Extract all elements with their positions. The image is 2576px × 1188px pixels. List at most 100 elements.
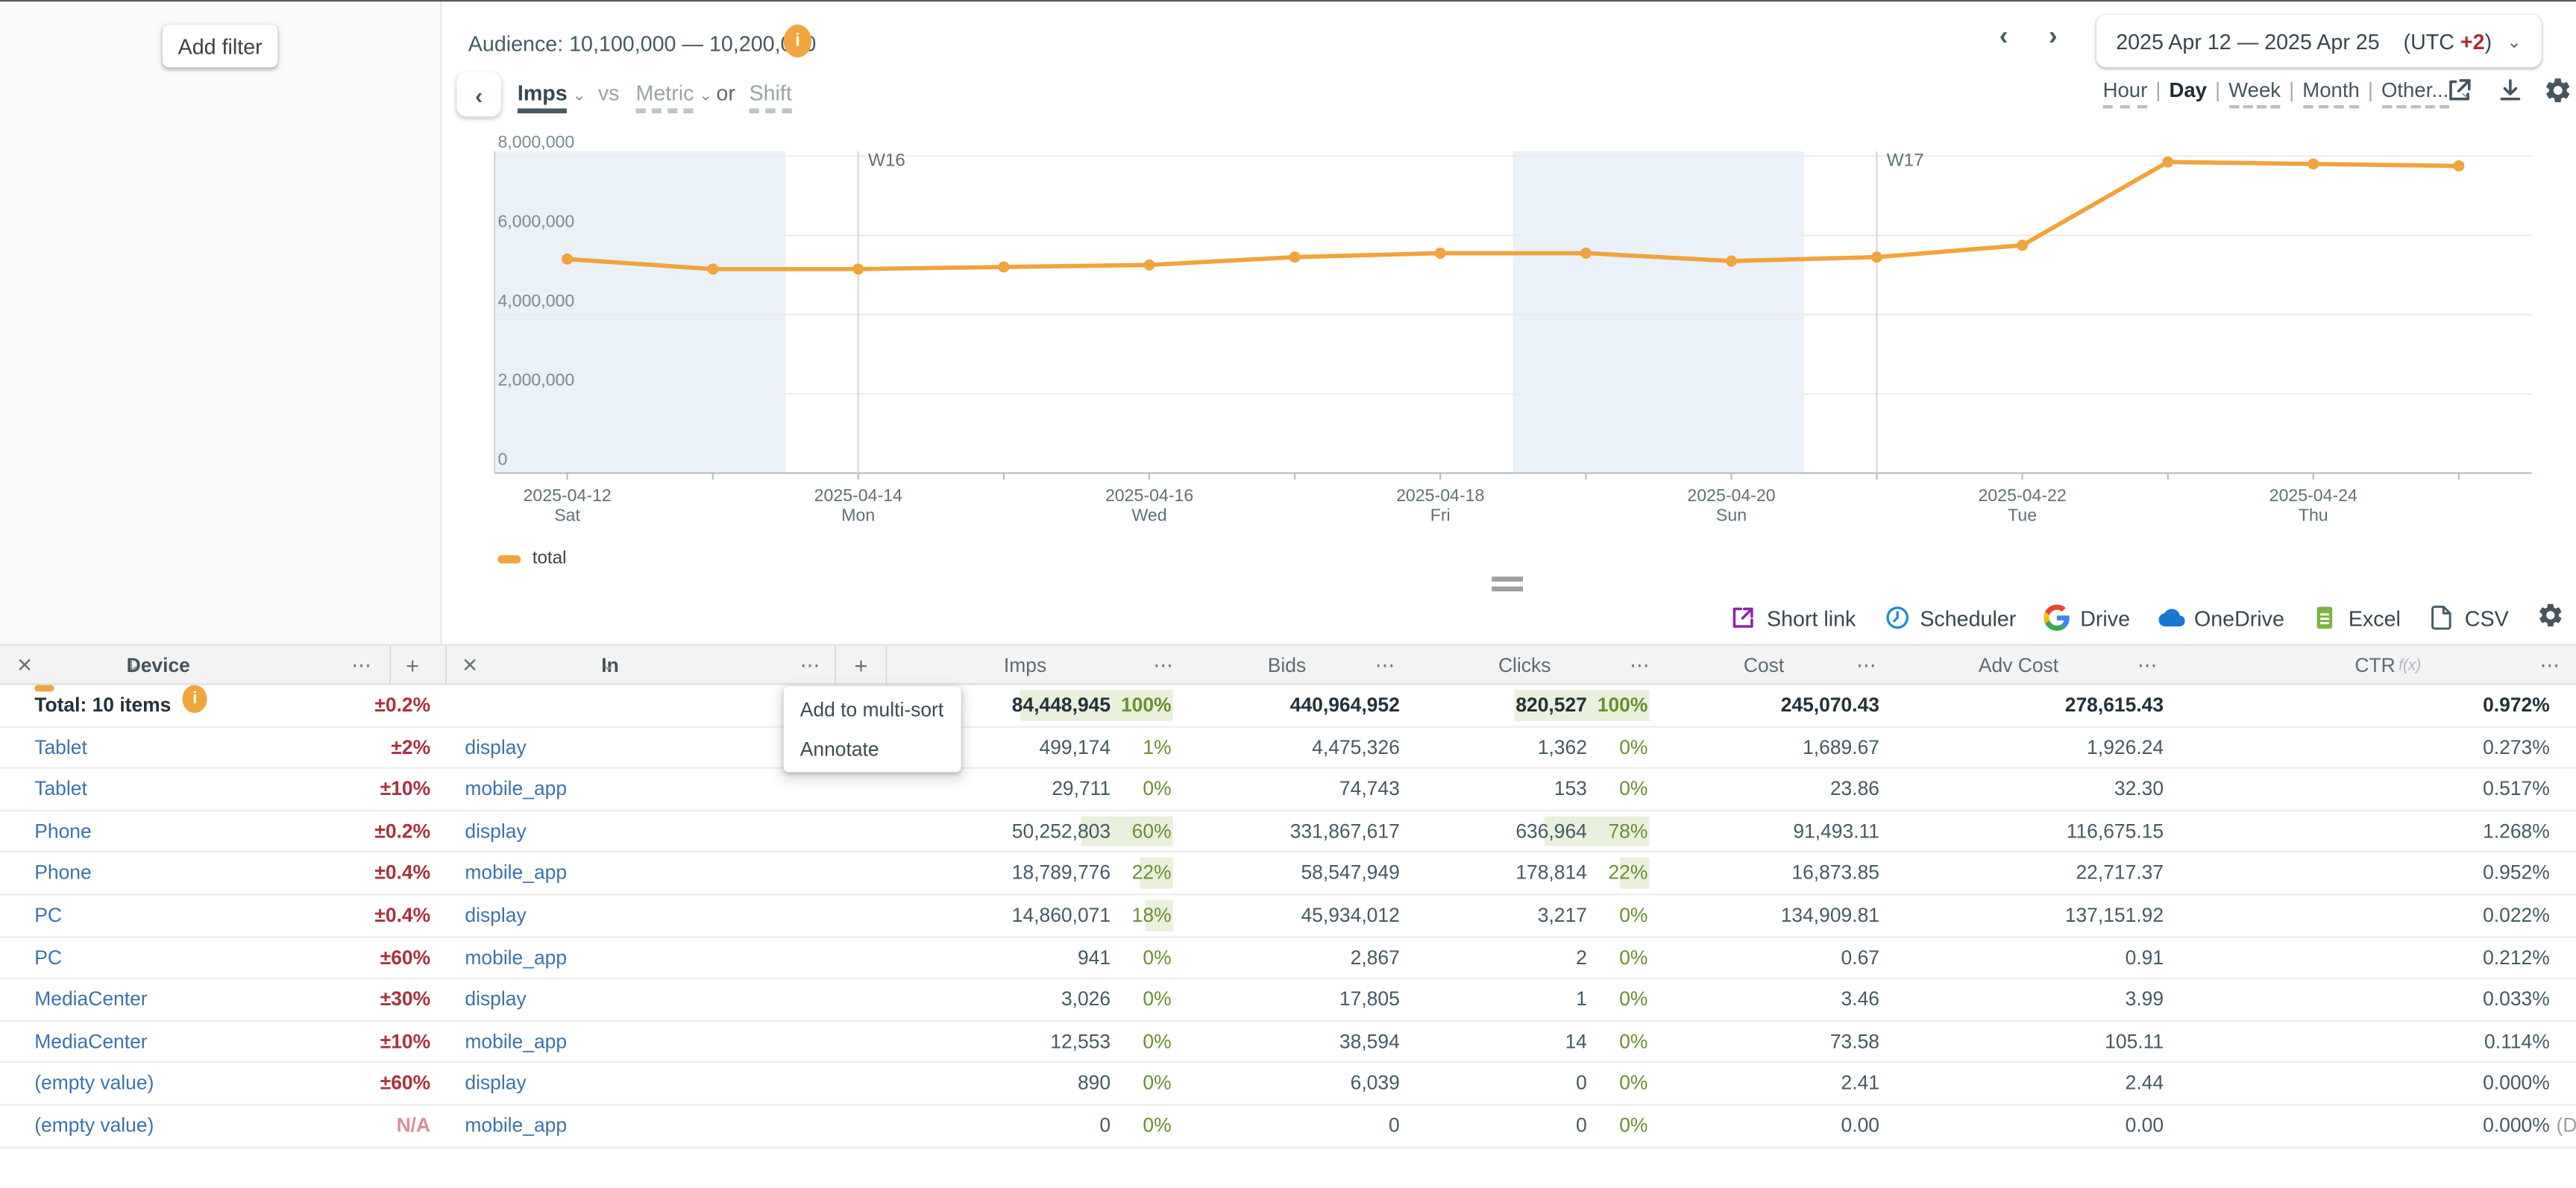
- shift-tolerance-value[interactable]: ±0.4%: [374, 853, 430, 895]
- short-link-button[interactable]: Short link: [1731, 605, 1856, 631]
- device-type-column-menu-icon[interactable]: ⋯: [351, 646, 373, 687]
- date-next-button[interactable]: ›: [2049, 23, 2058, 53]
- remove-in-app-column-icon[interactable]: ✕: [462, 646, 478, 687]
- chart-settings-gear-icon[interactable]: [2543, 75, 2576, 108]
- device-type-value[interactable]: (empty value): [34, 1105, 154, 1147]
- data-point[interactable]: [852, 263, 864, 274]
- data-point[interactable]: [2453, 160, 2464, 172]
- remove-device-type-column-icon[interactable]: ✕: [16, 646, 33, 687]
- granularity-day[interactable]: Day: [2169, 79, 2207, 105]
- device-type-value[interactable]: Tablet: [34, 769, 87, 811]
- shift-toggle[interactable]: Shift: [749, 81, 791, 105]
- bids-value: 2,867: [1351, 937, 1400, 979]
- clicks-column-menu-icon[interactable]: ⋯: [1630, 646, 1651, 687]
- ctr-column-menu-icon[interactable]: ⋯: [2540, 646, 2562, 687]
- data-point[interactable]: [1726, 256, 1737, 267]
- csv-export-button[interactable]: CSV: [2428, 605, 2508, 631]
- table-row: MediaCenter±30%display3,0260%17,80510%3.…: [0, 979, 2576, 1021]
- column-header-imps[interactable]: Imps: [1004, 646, 1046, 687]
- shift-tolerance-value[interactable]: ±30%: [380, 979, 430, 1021]
- data-point[interactable]: [1144, 260, 1155, 271]
- download-icon[interactable]: [2495, 75, 2528, 108]
- excel-export-button[interactable]: Excel: [2312, 605, 2401, 631]
- column-header-cost[interactable]: Cost: [1744, 646, 1784, 687]
- legend-item-total[interactable]: total: [497, 549, 566, 568]
- audience-info-icon[interactable]: i: [784, 25, 811, 57]
- device-type-value[interactable]: Phone: [34, 811, 91, 853]
- shift-tolerance-value[interactable]: ±0.2%: [374, 685, 430, 727]
- granularity-hour[interactable]: Hour: [2103, 79, 2148, 109]
- data-point[interactable]: [707, 263, 718, 274]
- open-in-new-icon[interactable]: [2445, 75, 2478, 108]
- cost-value: 2.41: [1841, 1063, 1879, 1105]
- data-point[interactable]: [2162, 157, 2173, 168]
- add-dimension-icon[interactable]: +: [854, 646, 867, 687]
- bids-value: 0: [1389, 1105, 1400, 1147]
- column-header-clicks[interactable]: Clicks: [1498, 646, 1551, 687]
- column-header-ctr[interactable]: CTRf(x): [2354, 646, 2395, 687]
- shift-tolerance-value[interactable]: N/A: [397, 1105, 431, 1147]
- add-dimension-icon[interactable]: +: [406, 646, 419, 687]
- data-point[interactable]: [562, 254, 573, 265]
- collapse-chart-button[interactable]: ‹: [456, 72, 500, 116]
- chart-resize-handle[interactable]: [1492, 576, 1523, 596]
- imps-percent: 0%: [1143, 979, 1171, 1021]
- column-header-bids[interactable]: Bids: [1268, 646, 1306, 687]
- device-type-value[interactable]: MediaCenter: [34, 1022, 147, 1063]
- data-point[interactable]: [2017, 239, 2028, 251]
- add-filter-button[interactable]: Add filter: [163, 25, 277, 67]
- google-drive-button[interactable]: Drive: [2044, 605, 2130, 631]
- table-settings-gear-icon[interactable]: [2536, 601, 2564, 634]
- granularity-week[interactable]: Week: [2228, 79, 2281, 109]
- shift-tolerance-value[interactable]: ±0.4%: [374, 895, 430, 937]
- shift-tolerance-value[interactable]: ±60%: [380, 937, 430, 979]
- clicks-value: 0: [1576, 1105, 1587, 1147]
- date-range-picker[interactable]: 2025 Apr 12 — 2025 Apr 25 (UTC +2) ⌄: [2096, 15, 2542, 67]
- onedrive-button[interactable]: OneDrive: [2158, 605, 2284, 631]
- device-type-value[interactable]: Phone: [34, 853, 91, 895]
- in-app-value[interactable]: mobile_app: [465, 937, 567, 979]
- device-type-value[interactable]: (empty value): [34, 1063, 154, 1105]
- data-point[interactable]: [1435, 248, 1446, 259]
- granularity-month[interactable]: Month: [2302, 79, 2360, 109]
- bids-column-menu-icon[interactable]: ⋯: [1375, 646, 1397, 687]
- date-prev-button[interactable]: ‹: [1999, 23, 2008, 53]
- device-type-value[interactable]: PC: [34, 895, 62, 937]
- shift-tolerance-value[interactable]: ±0.2%: [374, 811, 430, 853]
- cost-value: 0.67: [1841, 937, 1879, 979]
- in-app-value[interactable]: mobile_app: [465, 1105, 567, 1147]
- secondary-metric-select[interactable]: Metric⌄: [635, 81, 712, 105]
- shift-tolerance-value[interactable]: ±10%: [380, 769, 430, 811]
- in-app-column-menu-icon[interactable]: ⋯: [800, 646, 822, 687]
- in-app-value[interactable]: display: [465, 1063, 526, 1105]
- in-app-value[interactable]: mobile_app: [465, 1022, 567, 1063]
- scheduler-button[interactable]: Scheduler: [1884, 605, 2016, 631]
- device-type-value[interactable]: MediaCenter: [34, 979, 147, 1021]
- shift-tolerance-value[interactable]: ±10%: [380, 1022, 430, 1063]
- column-header-adv-cost[interactable]: Adv Cost: [1979, 646, 2058, 687]
- device-type-value[interactable]: Tablet: [34, 727, 87, 769]
- menu-item-add-to-multi-sort[interactable]: Add to multi-sort: [784, 690, 961, 729]
- cost-column-menu-icon[interactable]: ⋯: [1856, 646, 1878, 687]
- in-app-value[interactable]: display: [465, 727, 526, 769]
- total-info-icon[interactable]: i: [183, 685, 207, 713]
- in-app-value[interactable]: display: [465, 895, 526, 937]
- shift-tolerance-value[interactable]: ±60%: [380, 1063, 430, 1105]
- data-point[interactable]: [1871, 251, 1882, 263]
- in-app-value[interactable]: display: [465, 811, 526, 853]
- granularity-other[interactable]: Other...: [2381, 79, 2448, 109]
- data-point[interactable]: [1580, 248, 1592, 259]
- menu-item-annotate[interactable]: Annotate: [784, 729, 961, 769]
- data-point[interactable]: [998, 261, 1009, 272]
- in-app-value[interactable]: mobile_app: [465, 853, 567, 895]
- in-app-value[interactable]: mobile_app: [465, 769, 567, 811]
- data-point[interactable]: [1289, 251, 1301, 263]
- shift-tolerance-value[interactable]: ±2%: [391, 727, 430, 769]
- imps-column-menu-icon[interactable]: ⋯: [1153, 646, 1175, 687]
- in-app-value[interactable]: display: [465, 979, 526, 1021]
- device-type-value[interactable]: PC: [34, 937, 62, 979]
- adv-cost-column-menu-icon[interactable]: ⋯: [2137, 646, 2159, 687]
- data-point[interactable]: [2308, 158, 2319, 169]
- primary-metric-select[interactable]: Imps⌄: [518, 81, 586, 105]
- x-tick-date: 2025-04-14: [814, 485, 902, 505]
